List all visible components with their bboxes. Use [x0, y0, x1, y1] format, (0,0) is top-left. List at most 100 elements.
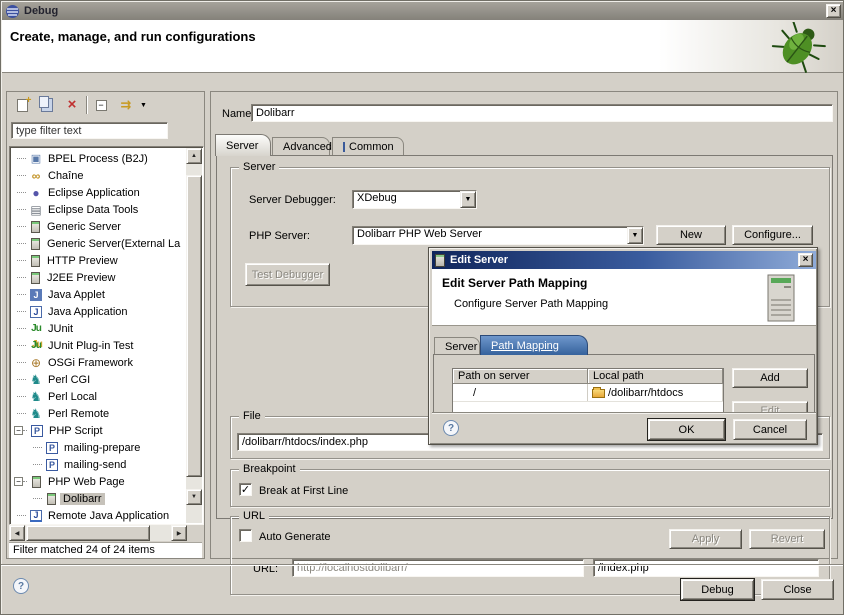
- tree-item-label: Java Applet: [45, 289, 108, 301]
- eclipse-logo-icon: [5, 4, 20, 19]
- name-input[interactable]: [251, 104, 833, 122]
- perl-icon: ♞: [28, 389, 44, 405]
- tab-server[interactable]: Server: [215, 134, 271, 156]
- tree-item[interactable]: −PPHP Script: [11, 422, 186, 439]
- duplicate-config-button[interactable]: [36, 95, 58, 115]
- delete-config-button[interactable]: ×: [61, 95, 83, 115]
- tree-item[interactable]: ♞Perl Remote: [11, 405, 186, 422]
- tree-item[interactable]: ▣BPEL Process (B2J): [11, 150, 186, 167]
- tab-advanced[interactable]: Advanced: [272, 137, 330, 156]
- tree-item-label: BPEL Process (B2J): [45, 153, 151, 165]
- filter-button[interactable]: ⇉: [115, 95, 137, 115]
- scrollbar-thumb[interactable]: [186, 175, 202, 477]
- tree-connector: [17, 158, 26, 159]
- tree-item[interactable]: ⊕OSGi Framework: [11, 354, 186, 371]
- new-server-button[interactable]: New: [656, 225, 726, 245]
- tree-connector: [17, 209, 26, 210]
- add-mapping-button[interactable]: Add: [732, 368, 808, 388]
- ok-button[interactable]: OK: [648, 419, 725, 440]
- dialog-close-button[interactable]: ×: [798, 253, 813, 267]
- tree-item[interactable]: ●Eclipse Application: [11, 184, 186, 201]
- tree-item[interactable]: J2EE Preview: [11, 269, 186, 286]
- tree-connector: [17, 515, 26, 516]
- collapse-toggle-icon[interactable]: −: [14, 426, 23, 435]
- auto-generate-checkbox[interactable]: [239, 529, 252, 542]
- php-server-combo[interactable]: Dolibarr PHP Web Server ▼: [352, 226, 644, 245]
- tree-item[interactable]: Generic Server: [11, 218, 186, 235]
- tree-item[interactable]: −PHP Web Page: [11, 473, 186, 490]
- dialog-button-bar: ? OK Cancel: [432, 413, 816, 443]
- debug-button[interactable]: Debug: [681, 579, 754, 600]
- tree-item[interactable]: HTTP Preview: [11, 252, 186, 269]
- help-button[interactable]: ?: [13, 578, 29, 594]
- server-image: [762, 273, 800, 323]
- cancel-button[interactable]: Cancel: [733, 419, 807, 440]
- tree-item[interactable]: ▤Eclipse Data Tools: [11, 201, 186, 218]
- tree-item[interactable]: Dolibarr: [11, 490, 186, 507]
- tree-item[interactable]: Pmailing-prepare: [11, 439, 186, 456]
- new-config-icon: +: [17, 99, 28, 112]
- collapse-toggle-icon[interactable]: −: [14, 477, 23, 486]
- server-debugger-value: XDebug: [353, 191, 460, 208]
- config-tree[interactable]: ▣BPEL Process (B2J)∞Chaîne●Eclipse Appli…: [11, 150, 186, 524]
- php-file-icon: P: [46, 459, 58, 471]
- php-server-value: Dolibarr PHP Web Server: [353, 227, 627, 244]
- scroll-up-button[interactable]: ▲: [186, 148, 202, 164]
- collapse-all-button[interactable]: −: [90, 95, 112, 115]
- dropdown-arrow-icon[interactable]: ▼: [627, 227, 643, 244]
- scroll-left-button[interactable]: ◀: [9, 525, 25, 541]
- tree-item[interactable]: JJava Application: [11, 303, 186, 320]
- tree-item[interactable]: Pmailing-send: [11, 456, 186, 473]
- tree-item[interactable]: JuJUnit: [11, 320, 186, 337]
- table-row[interactable]: / /dolibarr/htdocs: [453, 384, 723, 402]
- scroll-down-button[interactable]: ▼: [186, 489, 202, 505]
- scrollbar-thumb[interactable]: [26, 525, 150, 541]
- bug-icon: [770, 22, 826, 74]
- folder-icon: [592, 389, 605, 398]
- new-config-button[interactable]: +: [11, 95, 33, 115]
- perl-icon: ♞: [28, 372, 44, 388]
- tree-item[interactable]: ∞Chaîne: [11, 167, 186, 184]
- delete-icon: ×: [68, 98, 77, 112]
- tree-item[interactable]: JuJUnit Plug-in Test: [11, 337, 186, 354]
- dialog-help-button[interactable]: ?: [443, 420, 459, 436]
- break-first-line-label: Break at First Line: [259, 485, 348, 497]
- filter-input[interactable]: [11, 122, 168, 139]
- test-debugger-button: Test Debugger: [245, 263, 330, 286]
- url-path-input[interactable]: [593, 559, 819, 577]
- tree-item-label: Java Application: [45, 306, 131, 318]
- server-icon: [31, 238, 40, 250]
- dropdown-arrow-icon[interactable]: ▼: [460, 191, 476, 208]
- dialog-subheading: Configure Server Path Mapping: [454, 298, 608, 310]
- close-icon: ×: [803, 254, 809, 266]
- breakpoint-group: Breakpoint ✓ Break at First Line: [230, 469, 830, 507]
- tree-connector: [17, 192, 26, 193]
- tree-item-label: PHP Script: [46, 425, 106, 437]
- revert-button: Revert: [749, 529, 825, 549]
- dialog-tab-path-mapping[interactable]: Path Mapping: [480, 335, 588, 355]
- tree-item[interactable]: ♞Perl Local: [11, 388, 186, 405]
- table-header-row: Path on server Local path: [453, 369, 723, 384]
- tree-item[interactable]: JJava Applet: [11, 286, 186, 303]
- tree-item[interactable]: ♞Perl CGI: [11, 371, 186, 388]
- window-titlebar: Debug ×: [2, 2, 844, 20]
- break-first-line-checkbox[interactable]: ✓: [239, 483, 252, 496]
- tab-common[interactable]: Common: [332, 137, 404, 156]
- tree-item-label: Eclipse Application: [45, 187, 143, 199]
- tree-item-label: Eclipse Data Tools: [45, 204, 141, 216]
- dialog-title: Edit Server: [450, 254, 508, 266]
- configure-server-button[interactable]: Configure...: [732, 225, 813, 245]
- tree-panel: ▣BPEL Process (B2J)∞Chaîne●Eclipse Appli…: [9, 146, 204, 525]
- column-local-path[interactable]: Local path: [588, 369, 723, 384]
- scroll-right-button[interactable]: ▶: [171, 525, 187, 541]
- dialog-tab-server[interactable]: Server: [434, 337, 480, 355]
- tree-connector: [23, 481, 27, 482]
- close-button[interactable]: Close: [761, 579, 834, 600]
- column-path-on-server[interactable]: Path on server: [453, 369, 588, 384]
- window-close-button[interactable]: ×: [826, 4, 841, 18]
- server-debugger-combo[interactable]: XDebug ▼: [352, 190, 477, 209]
- filter-menu-arrow[interactable]: ▼: [140, 102, 147, 109]
- tree-item[interactable]: JRemote Java Application: [11, 507, 186, 524]
- tree-item[interactable]: Generic Server(External La: [11, 235, 186, 252]
- tree-item-label: J2EE Preview: [44, 272, 118, 284]
